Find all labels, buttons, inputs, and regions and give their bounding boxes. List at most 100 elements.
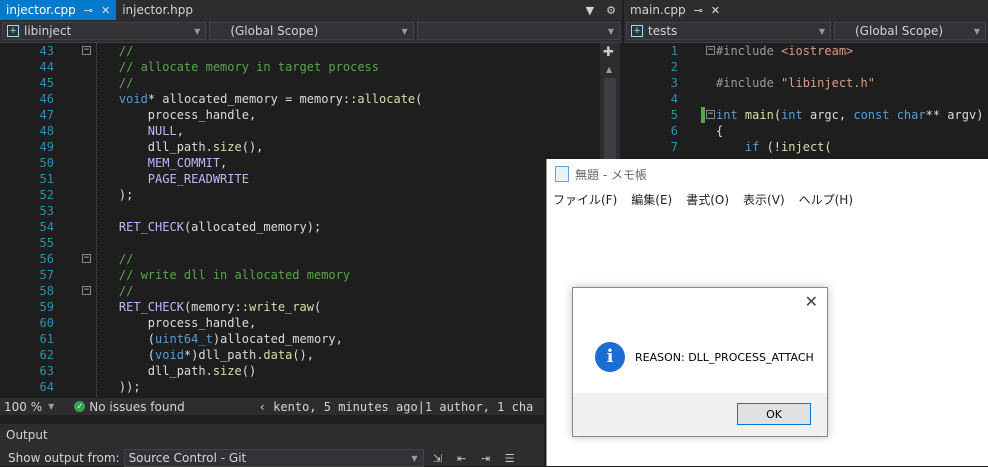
menu-format[interactable]: 書式(O) xyxy=(686,191,729,208)
output-source-select[interactable]: Source Control - Git ▼ xyxy=(123,449,424,467)
code-line[interactable]: 7 if (!inject( xyxy=(624,139,988,155)
output-title: Output xyxy=(6,428,48,442)
code-line[interactable]: 5 int main(int argc, const char** argv) − xyxy=(624,107,988,123)
code-line[interactable]: 43 // − xyxy=(0,43,600,59)
scroll-up-icon[interactable]: ▲ xyxy=(606,65,612,74)
fold-toggle-icon[interactable]: − xyxy=(706,110,715,119)
fold-toggle-icon[interactable]: − xyxy=(706,46,715,55)
project-combo[interactable]: + tests ▼ xyxy=(626,22,831,40)
left-code-editor[interactable]: 43 // − 44 // allocate memory in target pr… xyxy=(0,43,600,397)
code-line[interactable]: 63 dll_path.size() xyxy=(0,363,600,379)
chevron-down-icon: ▼ xyxy=(401,26,408,36)
code-line[interactable]: 45 // xyxy=(0,75,600,91)
fold-toggle-icon[interactable]: − xyxy=(82,286,91,295)
line-number: 62 xyxy=(39,348,54,362)
fold-toggle-icon[interactable]: − xyxy=(82,46,91,55)
tab-injector-cpp[interactable]: injector.cpp ⊸ ✕ xyxy=(0,0,117,20)
code-line[interactable]: 55 xyxy=(0,235,600,251)
menu-help[interactable]: ヘルプ(H) xyxy=(799,191,853,208)
code-text: RET_CHECK(allocated_memory); xyxy=(118,220,322,234)
menu-view[interactable]: 表示(V) xyxy=(743,191,785,208)
close-icon[interactable]: ✕ xyxy=(101,4,110,17)
member-combo[interactable]: ▼ xyxy=(416,22,620,40)
tab-dropdown-icon[interactable]: ▼ xyxy=(580,0,600,20)
code-line[interactable]: 52 ); xyxy=(0,187,600,203)
code-line[interactable]: 57 // write dll in allocated memory xyxy=(0,267,600,283)
close-icon[interactable]: ✕ xyxy=(711,4,720,17)
code-line[interactable]: 59 RET_CHECK(memory::write_raw( xyxy=(0,299,600,315)
code-text: ); xyxy=(90,188,134,202)
code-line[interactable]: 56 // − xyxy=(0,251,600,267)
output-source-value: Source Control - Git xyxy=(128,451,247,465)
right-code-editor[interactable]: 1 #include <iostream> −2 3 #include "libinje… xyxy=(624,43,988,159)
previous-message-icon[interactable]: ⇤ xyxy=(452,449,472,467)
next-message-icon[interactable]: ⇥ xyxy=(476,449,496,467)
editor-status-bar: 100 % ▼ ✓ No issues found ‹ kento, 5 min… xyxy=(0,398,544,415)
tabbar-spacer xyxy=(199,0,580,20)
right-navigation-bar: + tests ▼ (Global Scope) ▼ xyxy=(624,20,988,43)
line-number: 45 xyxy=(39,76,54,90)
code-line[interactable]: 51 PAGE_READWRITE xyxy=(0,171,600,187)
gear-icon[interactable]: ⚙ xyxy=(600,0,622,20)
project-combo[interactable]: + libinject ▼ xyxy=(2,22,207,40)
code-line[interactable]: 64 )); xyxy=(0,379,600,395)
line-number: 2 xyxy=(670,60,678,74)
line-number: 56 xyxy=(39,252,54,266)
code-line[interactable]: 1 #include <iostream> − xyxy=(624,43,988,59)
authors-label: 1 author, 1 cha xyxy=(424,399,534,414)
code-line[interactable]: 2 xyxy=(624,59,988,75)
pin-icon[interactable]: ⊸ xyxy=(84,4,93,17)
code-line[interactable]: 47 process_handle, xyxy=(0,107,600,123)
left-navigation-bar: + libinject ▼ (Global Scope) ▼ ▼ xyxy=(0,20,622,43)
close-icon[interactable]: ✕ xyxy=(805,292,818,311)
line-number: 52 xyxy=(39,188,54,202)
menu-edit[interactable]: 編集(E) xyxy=(631,191,672,208)
line-number: 57 xyxy=(39,268,54,282)
code-line[interactable]: 60 process_handle, xyxy=(0,315,600,331)
scope-combo[interactable]: (Global Scope) ▼ xyxy=(834,22,986,40)
menu-file[interactable]: ファイル(F) xyxy=(553,191,617,208)
project-label: tests xyxy=(648,24,678,38)
output-panel: Output Show output from: Source Control … xyxy=(0,424,544,467)
split-handle-icon[interactable]: ✚ xyxy=(603,45,614,60)
line-number: 58 xyxy=(39,284,54,298)
code-line[interactable]: 4 xyxy=(624,91,988,107)
code-line[interactable]: 62 (void*)dll_path.data(), xyxy=(0,347,600,363)
blame-label: kento, 5 minutes ago xyxy=(273,399,418,414)
chevron-down-icon[interactable]: ▼ xyxy=(48,402,54,411)
code-line[interactable]: 61 (uint64_t)allocated_memory, xyxy=(0,331,600,347)
scope-label: (Global Scope) xyxy=(230,24,319,38)
code-line[interactable]: 44 // allocate memory in target process xyxy=(0,59,600,75)
tab-label: main.cpp xyxy=(630,3,686,17)
notepad-titlebar[interactable]: 無題 - メモ帳 xyxy=(547,159,988,189)
code-text: (uint64_t)allocated_memory, xyxy=(90,332,343,346)
scope-combo[interactable]: (Global Scope) ▼ xyxy=(209,22,414,40)
line-number: 44 xyxy=(39,60,54,74)
dialog-footer: OK xyxy=(573,393,827,436)
fold-toggle-icon[interactable]: − xyxy=(82,254,91,263)
code-line[interactable]: 58 // − xyxy=(0,283,600,299)
code-line[interactable]: 50 MEM_COMMIT, xyxy=(0,155,600,171)
code-line[interactable]: 3 #include "libinject.h" xyxy=(624,75,988,91)
git-blame[interactable]: ‹ kento, 5 minutes ago|1 author, 1 cha xyxy=(259,400,534,414)
pin-icon[interactable]: ⊸ xyxy=(694,4,703,17)
ok-button[interactable]: OK xyxy=(737,403,811,425)
find-message-icon[interactable]: ⇲ xyxy=(428,449,448,467)
code-text: )); xyxy=(90,380,141,394)
code-line[interactable]: 49 dll_path.size(), xyxy=(0,139,600,155)
info-icon: i xyxy=(595,342,625,372)
chevron-down-icon: ▼ xyxy=(818,26,825,36)
right-tabbar: main.cpp ⊸ ✕ xyxy=(624,0,988,20)
clear-all-icon[interactable]: ☰ xyxy=(500,449,520,467)
tab-injector-hpp[interactable]: injector.hpp xyxy=(116,0,199,20)
tab-main-cpp[interactable]: main.cpp ⊸ ✕ xyxy=(624,0,726,20)
code-text: int main(int argc, const char** argv) xyxy=(716,108,984,122)
code-line[interactable]: 46 void* allocated_memory = memory::allo… xyxy=(0,91,600,107)
code-line[interactable]: 6{ xyxy=(624,123,988,139)
code-line[interactable]: 53 xyxy=(0,203,600,219)
code-line[interactable]: 48 NULL, xyxy=(0,123,600,139)
issues-indicator[interactable]: ✓ No issues found xyxy=(74,400,185,414)
zoom-level[interactable]: 100 % xyxy=(4,400,42,414)
code-line[interactable]: 54 RET_CHECK(allocated_memory); xyxy=(0,219,600,235)
code-text: (void*)dll_path.data(), xyxy=(90,348,315,362)
